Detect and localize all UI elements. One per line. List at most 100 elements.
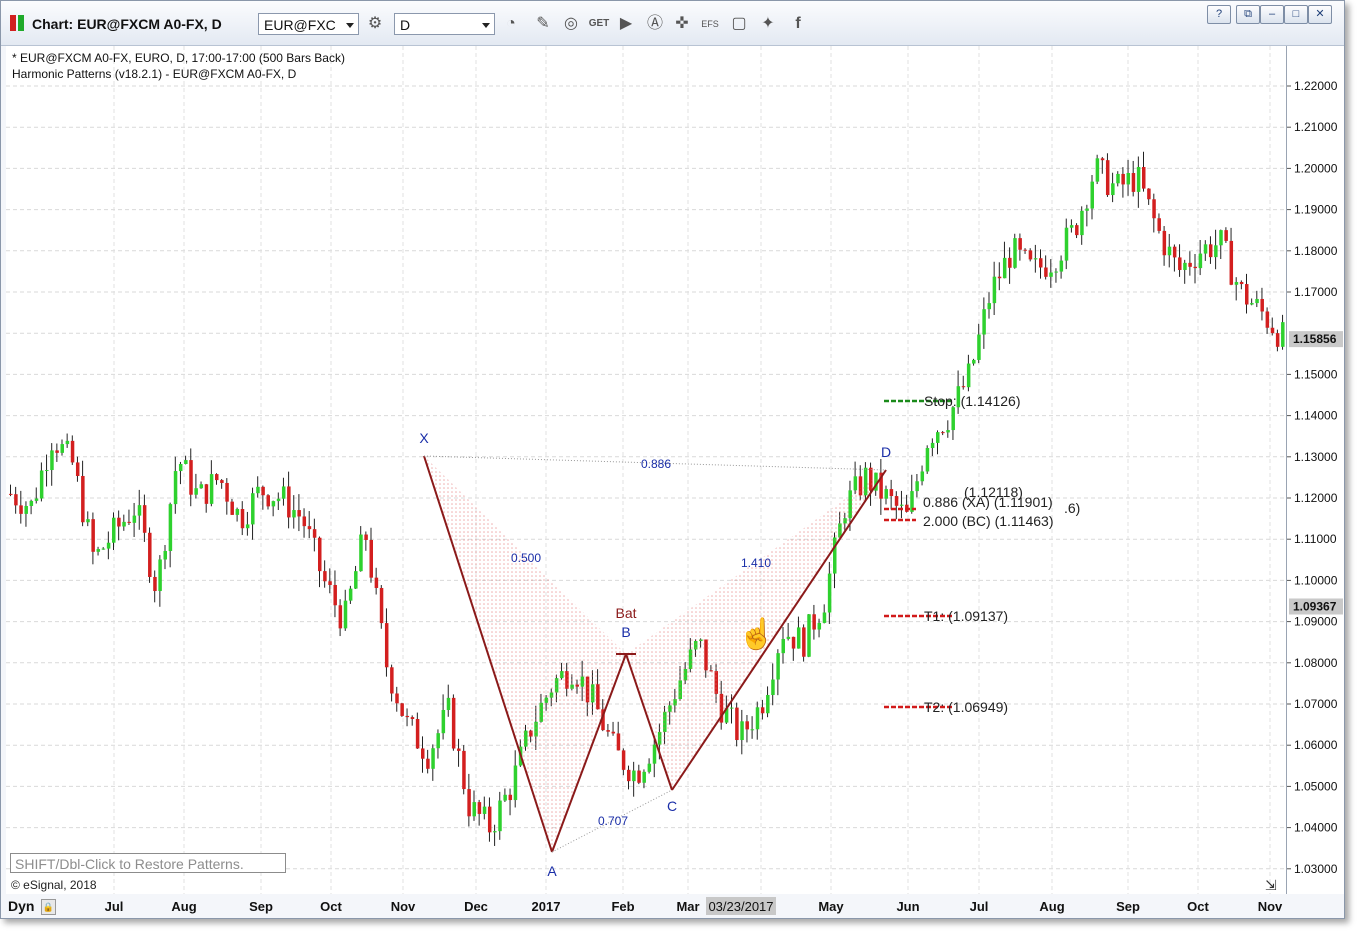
candle-body (106, 542, 111, 549)
candle-body (1111, 183, 1115, 196)
price-axis[interactable]: 1.22000 1.21000 1.20000 1.19000 1.18000 1.170… (1286, 46, 1344, 894)
window-title: Chart: EUR@FXCM A0-FX, D (32, 16, 222, 32)
study-icon[interactable]: ◎ (560, 13, 582, 35)
candle-body (1080, 210, 1084, 236)
candle-body (318, 537, 322, 572)
candle-body (740, 721, 744, 741)
candle-body (930, 442, 935, 449)
candle-body (802, 627, 806, 657)
candle-body (225, 482, 229, 502)
play-icon[interactable]: ▶ (615, 13, 637, 35)
candle-body (158, 559, 162, 592)
candle-body (1085, 208, 1089, 211)
toolbar: Chart: EUR@FXCM A0-FX, D EUR@FXC ⚙ D ◔ ✎… (1, 1, 1344, 46)
lock-icon[interactable]: 🔒 (41, 899, 56, 915)
candle-body (786, 636, 791, 639)
interval-combobox[interactable]: D (394, 13, 495, 35)
time-axis[interactable]: JulAugSepOctNovDec2017FebMarAprMayJunJul… (6, 894, 1343, 917)
help-button[interactable]: ? (1207, 5, 1231, 24)
candle-body (1002, 257, 1007, 279)
candle-body (812, 614, 816, 630)
get-data-icon[interactable]: GET (588, 13, 610, 35)
candle-body (137, 505, 142, 516)
candle-body (256, 486, 260, 494)
price-tick-label: 1.14000 (1294, 409, 1338, 423)
twitter-icon[interactable]: ✦ (757, 13, 779, 35)
cursor-date-label: 03/23/2017 (708, 899, 773, 914)
candle-body (750, 729, 755, 731)
close-button[interactable]: ✕ (1308, 5, 1332, 24)
candle-body (1250, 303, 1254, 305)
candle-body (1214, 245, 1218, 258)
candle-body (925, 448, 930, 472)
candle-body (508, 794, 513, 801)
candle-body (153, 576, 157, 592)
efs-icon[interactable]: EFS (699, 13, 721, 35)
candle-body (894, 496, 899, 506)
draw-pencil-icon[interactable]: ✎ (532, 13, 554, 35)
candle-body (920, 471, 925, 482)
restore-patterns-hint[interactable]: SHIFT/Dbl-Click to Restore Patterns. (10, 853, 286, 873)
candle-body (771, 679, 775, 695)
link-icon[interactable]: ✜ (671, 13, 693, 35)
candle-body (421, 748, 425, 759)
candle-body (1039, 258, 1043, 268)
candle-body (1100, 158, 1105, 161)
candle-body (652, 744, 657, 764)
candle-body (343, 600, 348, 629)
candlestick-chart[interactable]: X A B C D Bat 0.500 0.886 0.707 1.410 Stop: (1.141… (6, 46, 1286, 894)
candle-body (204, 484, 209, 504)
dyn-mode-label[interactable]: Dyn (8, 898, 34, 914)
maximize-button[interactable]: □ (1284, 5, 1308, 24)
candle-body (776, 653, 780, 680)
copyright-text: © eSignal, 2018 (11, 878, 97, 892)
candle-body (997, 276, 1002, 279)
candle-body (822, 612, 827, 623)
bc-level-label: 2.000 (BC) (1.11463) (923, 513, 1053, 529)
candle-body (1142, 167, 1146, 189)
pattern-point-b: B (621, 624, 630, 640)
candle-body (791, 636, 796, 649)
symbol-combobox[interactable]: EUR@FXC (258, 13, 359, 35)
chat-icon[interactable]: ▢ (728, 13, 750, 35)
candle-body (230, 501, 234, 515)
facebook-icon[interactable]: f (787, 13, 809, 35)
candle-body (96, 549, 101, 552)
interval-value: D (400, 17, 411, 33)
candle-body (1054, 271, 1058, 273)
time-axis-label: Aug (1039, 899, 1064, 914)
scroll-right-icon[interactable]: ⇲ (1265, 877, 1277, 894)
candle-body (276, 498, 281, 502)
pattern-point-d: D (881, 444, 891, 460)
candle-body (1147, 188, 1151, 200)
price-tick-label: 1.13000 (1294, 450, 1338, 464)
minimize-button[interactable]: – (1260, 5, 1284, 24)
candle-body (374, 577, 379, 588)
candle-body (987, 303, 991, 310)
chart-plot-area[interactable]: X A B C D Bat 0.500 0.886 0.707 1.410 Stop: (1.141… (6, 46, 1286, 894)
candle-body (1281, 322, 1285, 347)
candle-body (297, 510, 301, 517)
candle-body (936, 432, 940, 443)
candle-body (621, 750, 626, 770)
candle-body (915, 481, 919, 492)
chart-app-icon (10, 15, 24, 31)
candle-body (266, 495, 270, 507)
price-tick-label: 1.12000 (1294, 491, 1338, 505)
time-axis-label: Dec (464, 899, 488, 914)
candle-body (982, 309, 986, 335)
interval-clock-icon[interactable]: ◔ (500, 13, 522, 35)
price-tick-label: 1.03000 (1294, 862, 1338, 876)
price-tick-label: 1.07000 (1294, 697, 1338, 711)
price-tick-label: 1.06000 (1294, 738, 1338, 752)
candle-body (189, 460, 193, 495)
restore-window-button[interactable]: ⧉ (1236, 5, 1260, 24)
symbol-settings-icon[interactable]: ⚙ (364, 13, 386, 35)
candle-body (966, 363, 971, 388)
ratio-ac-label: 0.707 (598, 814, 628, 828)
candle-body (1095, 158, 1100, 182)
candle-body (302, 516, 307, 527)
pattern-point-c: C (667, 798, 677, 814)
candle-body (760, 707, 765, 714)
alert-icon[interactable]: Ⓐ (644, 13, 666, 35)
